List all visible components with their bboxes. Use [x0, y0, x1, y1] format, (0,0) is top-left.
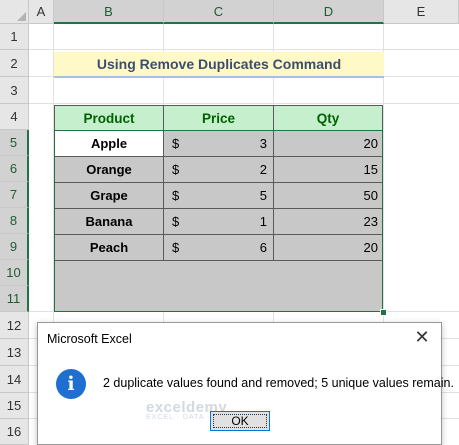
row-header-2[interactable]: 2: [0, 50, 29, 77]
cell-price[interactable]: $5: [164, 183, 274, 209]
column-header-c[interactable]: C: [164, 0, 274, 24]
column-header-a[interactable]: A: [29, 0, 54, 24]
row-header-13[interactable]: 13: [0, 339, 29, 366]
gridline: [29, 103, 459, 104]
price-value: 5: [259, 188, 267, 203]
price-value: 1: [259, 214, 267, 229]
column-header-b[interactable]: B: [54, 0, 164, 24]
select-all-triangle-icon: [17, 12, 26, 21]
price-value: 2: [259, 162, 267, 177]
currency-symbol: $: [172, 136, 180, 151]
cell-product-grape[interactable]: Grape: [54, 183, 164, 209]
price-value: 6: [259, 240, 267, 255]
price-value: 3: [259, 136, 267, 151]
cell-qty[interactable]: 20: [274, 235, 383, 261]
dialog-message: 2 duplicate values found and removed; 5 …: [103, 376, 454, 390]
row-header-3[interactable]: 3: [0, 77, 29, 104]
cell-price[interactable]: $2: [164, 157, 274, 183]
row-header-14[interactable]: 14: [0, 366, 29, 393]
row-header-16[interactable]: 16: [0, 419, 29, 445]
row-header-12[interactable]: 12: [0, 312, 29, 339]
gridline: [29, 49, 459, 50]
cell-price[interactable]: $1: [164, 209, 274, 235]
row-header-15[interactable]: 15: [0, 393, 29, 419]
message-dialog: Microsoft Excel ✕ i 2 duplicate values f…: [37, 322, 454, 445]
row-header-6[interactable]: 6: [0, 156, 29, 182]
fill-handle[interactable]: [380, 309, 387, 316]
cell-qty[interactable]: 23: [274, 209, 383, 235]
row-header-5[interactable]: 5: [0, 130, 29, 156]
selected-empty-cells[interactable]: [54, 261, 383, 312]
info-icon: i: [56, 369, 86, 399]
cell-product-banana[interactable]: Banana: [54, 209, 164, 235]
header-qty[interactable]: Qty: [274, 105, 383, 131]
column-header-d[interactable]: D: [274, 0, 384, 24]
cell-product-peach[interactable]: Peach: [54, 235, 164, 261]
ok-button[interactable]: OK: [210, 411, 270, 431]
currency-symbol: $: [172, 162, 180, 177]
header-price[interactable]: Price: [164, 105, 274, 131]
cell-qty[interactable]: 15: [274, 157, 383, 183]
currency-symbol: $: [172, 240, 180, 255]
row-header-10[interactable]: 10: [0, 260, 29, 286]
row-header-1[interactable]: 1: [0, 24, 29, 50]
header-product[interactable]: Product: [54, 105, 164, 131]
row-header-4[interactable]: 4: [0, 104, 29, 130]
close-icon[interactable]: ✕: [411, 326, 433, 348]
row-header-8[interactable]: 8: [0, 208, 29, 234]
currency-symbol: $: [172, 214, 180, 229]
dialog-title: Microsoft Excel: [47, 332, 132, 346]
row-header-7[interactable]: 7: [0, 182, 29, 208]
cell-product-apple[interactable]: Apple: [54, 131, 164, 157]
cell-product-orange[interactable]: Orange: [54, 157, 164, 183]
cell-price[interactable]: $3: [164, 131, 274, 157]
cell-price[interactable]: $6: [164, 235, 274, 261]
row-header-11[interactable]: 11: [0, 286, 29, 312]
sheet-title: Using Remove Duplicates Command: [54, 52, 384, 78]
select-all-corner[interactable]: [0, 0, 29, 24]
cell-qty[interactable]: 20: [274, 131, 383, 157]
column-header-e[interactable]: E: [384, 0, 459, 24]
row-header-9[interactable]: 9: [0, 234, 29, 260]
currency-symbol: $: [172, 188, 180, 203]
cell-qty[interactable]: 50: [274, 183, 383, 209]
